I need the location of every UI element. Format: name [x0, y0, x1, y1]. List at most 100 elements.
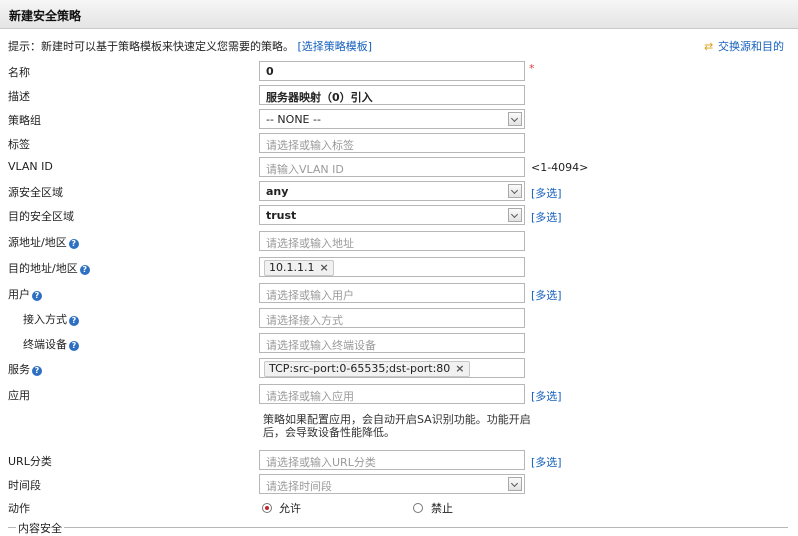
user-placeholder: 请选择或输入用户 — [266, 289, 354, 302]
swap-icon: ⇄ — [704, 40, 714, 53]
terminal-placeholder: 请选择或输入终端设备 — [266, 339, 376, 352]
action-label: 动作 — [8, 502, 30, 515]
app-placeholder: 请选择或输入应用 — [266, 390, 354, 403]
row-src-addr: 源地址/地区? 请选择或输入地址 — [0, 231, 798, 255]
chevron-down-icon[interactable] — [508, 184, 522, 198]
required-mark: * — [529, 62, 535, 75]
policy-group-select[interactable]: -- NONE -- — [259, 109, 525, 129]
terminal-label: 终端设备? — [23, 336, 79, 352]
time-select[interactable]: 请选择时间段 — [259, 474, 525, 494]
row-time: 时间段 请选择时间段 — [0, 474, 798, 498]
src-zone-multi-select[interactable]: [多选] — [531, 185, 562, 201]
time-label: 时间段 — [8, 479, 41, 492]
row-description: 描述 服务器映射（0）引入 — [0, 85, 798, 109]
row-url: URL分类 请选择或输入URL分类 [多选] — [0, 450, 798, 474]
url-placeholder: 请选择或输入URL分类 — [266, 456, 376, 469]
hint-text: 提示：新建时可以基于策略模板来快速定义您需要的策略。 — [8, 40, 294, 53]
help-icon[interactable]: ? — [79, 265, 90, 275]
action-deny-label[interactable]: 禁止 — [431, 500, 453, 516]
description-input[interactable]: 服务器映射（0）引入 — [259, 85, 525, 105]
row-dst-zone: 目的安全区域 trust [多选] — [0, 205, 798, 229]
src-zone-select[interactable]: any — [259, 181, 525, 201]
dst-zone-multi-select[interactable]: [多选] — [531, 209, 562, 225]
action-allow-radio[interactable] — [262, 503, 272, 513]
time-placeholder: 请选择时间段 — [266, 480, 332, 493]
vlan-placeholder: 请输入VLAN ID — [266, 163, 344, 176]
chevron-down-icon[interactable] — [508, 208, 522, 222]
service-label: 服务? — [8, 361, 42, 377]
vlan-label: VLAN ID — [8, 160, 53, 173]
name-input[interactable]: 0 — [259, 61, 525, 81]
service-label-text: 服务 — [8, 363, 30, 376]
url-input[interactable]: 请选择或输入URL分类 — [259, 450, 525, 470]
row-user: 用户? 请选择或输入用户 [多选] — [0, 283, 798, 307]
terminal-input[interactable]: 请选择或输入终端设备 — [259, 333, 525, 353]
row-policy-group: 策略组 -- NONE -- — [0, 109, 798, 133]
dst-zone-value: trust — [266, 209, 297, 222]
dst-addr-tag: 10.1.1.1 × — [264, 260, 334, 276]
user-label: 用户? — [8, 286, 42, 302]
tag-input[interactable]: 请选择或输入标签 — [259, 133, 525, 153]
help-icon[interactable]: ? — [69, 316, 79, 326]
help-icon[interactable]: ? — [68, 239, 79, 249]
app-label: 应用 — [8, 389, 30, 402]
chevron-down-icon[interactable] — [508, 112, 522, 126]
row-app: 应用 请选择或输入应用 [多选] — [0, 384, 798, 408]
app-multi-select[interactable]: [多选] — [531, 388, 562, 404]
select-template-link[interactable]: [选择策略模板] — [298, 40, 373, 53]
dst-addr-label-text: 目的地址/地区 — [8, 262, 78, 275]
policy-group-value: -- NONE -- — [266, 113, 321, 126]
remove-tag-icon[interactable]: × — [455, 362, 464, 375]
tag-placeholder: 请选择或输入标签 — [266, 139, 354, 152]
app-input[interactable]: 请选择或输入应用 — [259, 384, 525, 404]
row-terminal: 终端设备? 请选择或输入终端设备 — [0, 333, 798, 357]
action-deny-radio[interactable] — [413, 503, 423, 513]
content-security-section: 内容安全 — [8, 520, 788, 536]
dst-addr-input[interactable]: 10.1.1.1 × — [259, 257, 525, 277]
user-label-text: 用户 — [8, 288, 30, 301]
url-multi-select[interactable]: [多选] — [531, 454, 562, 470]
row-service: 服务? TCP:src-port:0-65535;dst-port:80 × — [0, 358, 798, 382]
row-dst-addr: 目的地址/地区? 10.1.1.1 × — [0, 257, 798, 281]
user-multi-select[interactable]: [多选] — [531, 287, 562, 303]
new-security-policy-page: 新建安全策略 提示：新建时可以基于策略模板来快速定义您需要的策略。 [选择策略模… — [0, 0, 798, 536]
name-label: 名称 — [8, 66, 30, 79]
help-icon[interactable]: ? — [32, 291, 42, 301]
row-vlan: VLAN ID 请输入VLAN ID <1-4094> — [0, 157, 798, 181]
swap-src-dst-link[interactable]: ⇄ 交换源和目的 — [704, 38, 784, 54]
src-addr-input[interactable]: 请选择或输入地址 — [259, 231, 525, 251]
dst-zone-select[interactable]: trust — [259, 205, 525, 225]
access-mode-label-text: 接入方式 — [23, 313, 67, 326]
page-title: 新建安全策略 — [9, 9, 82, 23]
help-icon[interactable]: ? — [69, 341, 79, 351]
remove-tag-icon[interactable]: × — [319, 261, 328, 274]
terminal-label-text: 终端设备 — [23, 338, 67, 351]
row-tag: 标签 请选择或输入标签 — [0, 133, 798, 157]
description-value: 服务器映射（0）引入 — [266, 91, 373, 104]
src-addr-placeholder: 请选择或输入地址 — [266, 237, 354, 250]
access-mode-input[interactable]: 请选择接入方式 — [259, 308, 525, 328]
src-zone-label: 源安全区域 — [8, 186, 63, 199]
url-label: URL分类 — [8, 455, 52, 468]
src-addr-label-text: 源地址/地区 — [8, 236, 67, 249]
name-value: 0 — [266, 65, 274, 78]
dst-addr-tag-text: 10.1.1.1 — [269, 261, 315, 274]
vlan-input[interactable]: 请输入VLAN ID — [259, 157, 525, 177]
src-zone-value: any — [266, 185, 289, 198]
service-input[interactable]: TCP:src-port:0-65535;dst-port:80 × — [259, 358, 525, 378]
src-addr-label: 源地址/地区? — [8, 234, 79, 250]
tag-label: 标签 — [8, 138, 30, 151]
policy-group-label: 策略组 — [8, 114, 41, 127]
swap-label: 交换源和目的 — [718, 40, 784, 53]
action-allow-label[interactable]: 允许 — [279, 500, 301, 516]
access-mode-placeholder: 请选择接入方式 — [266, 314, 343, 327]
app-note: 策略如果配置应用，会自动开启SA识别功能。功能开启后，会导致设备性能降低。 — [263, 413, 531, 439]
help-icon[interactable]: ? — [32, 366, 42, 376]
row-name: 名称 0 * — [0, 61, 798, 85]
section-label: 内容安全 — [16, 520, 64, 536]
row-access-mode: 接入方式? 请选择接入方式 — [0, 308, 798, 332]
chevron-down-icon[interactable] — [508, 477, 522, 491]
hint: 提示：新建时可以基于策略模板来快速定义您需要的策略。 [选择策略模板] — [8, 38, 372, 54]
user-input[interactable]: 请选择或输入用户 — [259, 283, 525, 303]
dst-addr-label: 目的地址/地区? — [8, 260, 90, 276]
